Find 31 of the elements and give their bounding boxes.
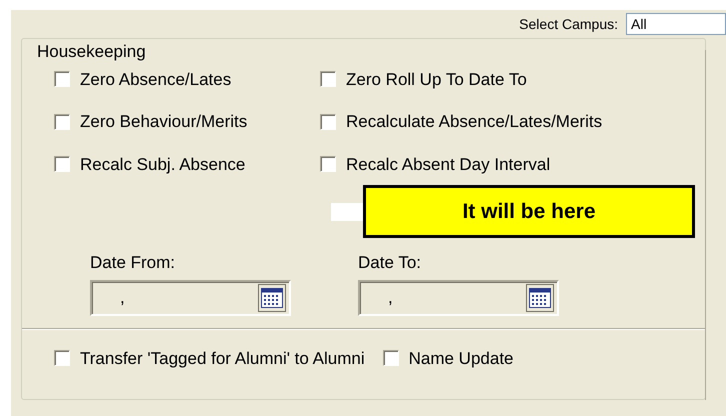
checkbox-label: Recalculate Absence/Lates/Merits [346, 111, 602, 133]
checkbox[interactable] [382, 350, 399, 366]
checkbox-label: Zero Roll Up To Date To [346, 68, 527, 90]
checkbox[interactable] [54, 71, 70, 88]
campus-field[interactable]: All [626, 13, 726, 35]
date-field[interactable]: , [90, 280, 291, 316]
field-label: Date To: [358, 252, 422, 274]
calendar-button[interactable] [258, 284, 286, 312]
calendar-icon [261, 288, 283, 308]
calendar-icon [529, 288, 551, 308]
checkbox-label: Transfer 'Tagged for Alumni' to Alumni [80, 348, 365, 370]
checkbox[interactable] [54, 114, 70, 130]
checkbox-label: Zero Behaviour/Merits [80, 111, 248, 133]
date-separator: , [120, 286, 125, 309]
checkbox-label: Zero Absence/Lates [80, 68, 232, 90]
checkbox[interactable] [320, 71, 336, 88]
date-separator: , [388, 286, 393, 309]
checkbox[interactable] [54, 350, 70, 366]
group-title: Housekeeping [36, 42, 147, 61]
checkbox-label: Recalc Subj. Absence [80, 154, 246, 176]
checkbox[interactable] [320, 114, 336, 130]
blank-block [331, 202, 363, 220]
checkbox[interactable] [320, 156, 336, 172]
checkbox-label: Name Update [408, 348, 514, 370]
field-label: Select Campus: [519, 14, 618, 34]
callout-note: It will be here [363, 185, 695, 238]
checkbox[interactable] [54, 156, 70, 172]
field-label: Date From: [90, 252, 176, 274]
calendar-button[interactable] [526, 284, 554, 312]
date-field[interactable]: , [358, 280, 559, 316]
checkbox-label: Recalc Absent Day Interval [346, 154, 550, 176]
